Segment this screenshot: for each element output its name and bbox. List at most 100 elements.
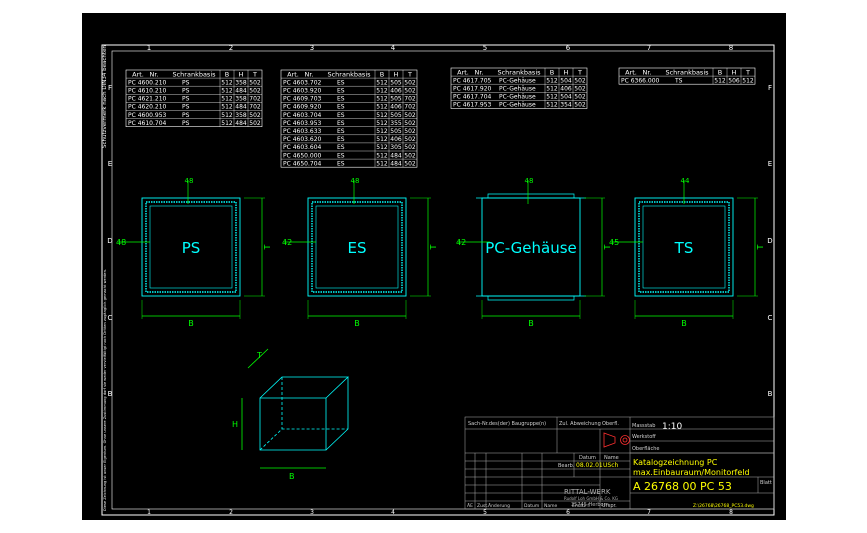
cell-t: 502: [249, 120, 261, 127]
table-header-cell: Art.: [625, 69, 637, 77]
row-marker: B: [108, 390, 113, 398]
cell-b: 512: [546, 77, 558, 84]
cell-article: PC 4620.210: [128, 104, 167, 111]
cell-type: PS: [182, 88, 190, 95]
cell-article: PC 4610.704: [128, 120, 167, 127]
table-ps: Art. Nr. Schrankbasis B H TPC 4600.210 PS 512 35…: [125, 69, 263, 128]
table-header-cell: Schrankbasis: [665, 69, 709, 77]
table-row: PC 4621.210 PS 512 358 702: [128, 96, 261, 103]
row-marker-right: E: [768, 160, 772, 168]
table-row: PC 4603.702 ES 512 505 502: [283, 79, 416, 86]
dim-left: 42: [456, 238, 466, 247]
table-row: PC 4603.704 ES 512 505 502: [283, 112, 416, 119]
tb-bearb-name: USch: [603, 462, 618, 469]
cell-article: PC 4609.920: [283, 104, 322, 111]
cell-article: PC 4617.705: [453, 77, 492, 84]
cell-article: PC 4603.633: [283, 128, 322, 135]
col-marker: 5: [483, 44, 487, 52]
table-header-cell: Nr.: [149, 71, 158, 79]
col-marker-bottom: 5: [483, 509, 487, 516]
col-marker-bottom: 2: [229, 509, 233, 516]
table-header-cell: Schrankbasis: [497, 69, 541, 77]
cell-type: PS: [182, 96, 190, 103]
table-row: PC 4617.920 PC-Gehäuse 512 406 502: [453, 86, 586, 93]
dim-bottom: B: [188, 319, 194, 328]
tb-title-line1: Katalogzeichnung PC: [633, 458, 718, 467]
cell-h: 505: [390, 79, 402, 86]
dim-top: 44: [681, 177, 690, 185]
table-header-cell: H: [239, 71, 244, 79]
cell-b: 512: [376, 136, 388, 143]
col-marker: 2: [229, 44, 233, 52]
row-marker-right: D: [767, 237, 772, 245]
table-row: PC 4609.703 ES 512 505 702: [283, 96, 416, 103]
tb-zul-abw: Zul. Abweichung: [559, 421, 601, 427]
cell-t: 502: [249, 79, 261, 86]
cell-h: 506: [728, 77, 740, 84]
cell-h: 354: [560, 102, 572, 109]
table-row: PC 4620.210 PS 512 484 702: [128, 104, 261, 111]
cell-b: 512: [376, 128, 388, 135]
cell-b: 512: [221, 112, 233, 119]
cell-b: 512: [546, 94, 558, 101]
cell-type: PS: [182, 104, 190, 111]
tb-sach-nr: Sach-Nr.des(der) Baugruppe(n): [468, 421, 546, 427]
cell-b: 512: [376, 160, 388, 167]
cell-h: 484: [235, 88, 247, 95]
cell-type: ES: [337, 136, 345, 143]
cell-b: 512: [221, 79, 233, 86]
cell-type: PS: [182, 112, 190, 119]
col-marker-bottom: 3: [310, 509, 314, 516]
col-marker: 6: [566, 44, 571, 52]
table-row: PC 4650.000 ES 512 484 502: [283, 152, 416, 159]
cell-h: 505: [390, 128, 402, 135]
dim-left: 48: [116, 238, 126, 247]
tb-massstab-value: 1:10: [662, 422, 682, 432]
table-row: PC 4600.953 PS 512 358 502: [128, 112, 261, 119]
cell-b: 512: [376, 120, 388, 127]
table-header-cell: Nr.: [642, 69, 651, 77]
tb-datum-header: Datum: [579, 455, 596, 461]
cell-h: 358: [235, 79, 247, 86]
cell-type: PC-Gehäuse: [499, 102, 536, 109]
tb-oberfl: Oberfl.: [602, 421, 619, 427]
rev-header: ÄE: [467, 502, 473, 509]
cell-t: 502: [249, 112, 261, 119]
drawing-viewport[interactable]: 1122334455667788 FFEEDDCCBB Schutzvermer…: [82, 13, 786, 520]
cell-b: 512: [714, 77, 726, 84]
part-views: PS4848BT ES4842BT PC-Gehäuse4842BT TS4445BT: [116, 177, 765, 328]
col-marker: 4: [391, 44, 396, 52]
cell-type: ES: [337, 79, 345, 86]
cell-t: 502: [404, 128, 416, 135]
cell-article: PC 4617.953: [453, 102, 492, 109]
table-row: PC 4603.633 ES 512 505 502: [283, 128, 416, 135]
cell-article: PC 4621.210: [128, 96, 167, 103]
title-block: [464, 416, 775, 510]
tb-company-sub1: Rudolf Loh GmbH & Co. KG: [564, 496, 618, 501]
cell-h: 406: [390, 104, 402, 111]
tb-revision-headers: ÄE Zust. Änderung Datum Name Ersatz f.: [467, 502, 590, 509]
row-marker: E: [108, 160, 112, 168]
cell-h: 505: [390, 112, 402, 119]
table-header-cell: T: [577, 69, 582, 77]
dim-top: 48: [351, 177, 360, 185]
cell-h: 406: [560, 86, 572, 93]
cell-type: ES: [337, 144, 345, 151]
frame-row-markers: F F E E D D C C B B: [107, 84, 772, 398]
tb-ursp: Urspr.: [602, 503, 617, 509]
cell-article: PC 4603.620: [283, 136, 322, 143]
cell-t: 502: [574, 102, 586, 109]
cell-t: 502: [249, 88, 261, 95]
cell-b: 512: [221, 120, 233, 127]
side-note: Schutzvermerk nach DIN34 beachten: [102, 45, 108, 148]
rev-header: Ersatz f.: [572, 503, 590, 509]
iso-t-label: T: [256, 351, 262, 360]
table-header-cell: Schrankbasis: [327, 71, 371, 79]
part-view-3: PC-Gehäuse4842BT: [456, 177, 612, 328]
part-label: ES: [348, 239, 367, 257]
table-header-cell: H: [732, 69, 737, 77]
row-marker: C: [108, 314, 113, 322]
table-row: PC 4617.953 PC-Gehäuse 512 354 502: [453, 102, 586, 109]
cell-type: ES: [337, 160, 345, 167]
part-label: PC-Gehäuse: [485, 239, 577, 257]
